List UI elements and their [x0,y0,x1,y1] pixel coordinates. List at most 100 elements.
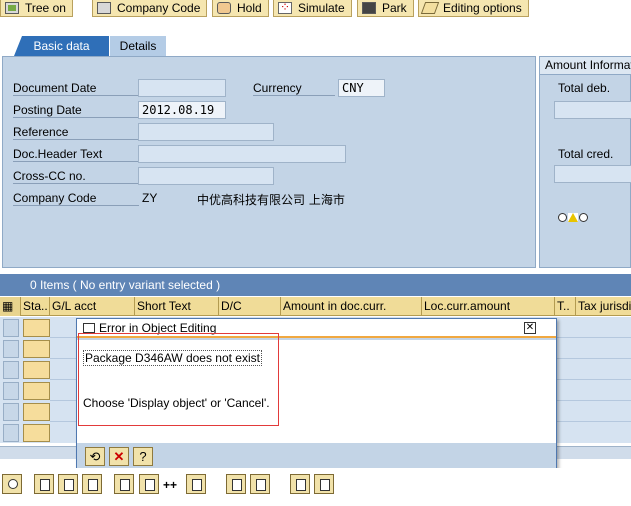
editing-options-button[interactable]: Editing options [418,0,529,17]
company-code-button[interactable]: Company Code [92,0,208,17]
hold-hand-icon [217,2,231,14]
company-name: 中优高科技有限公司 上海市 [197,193,345,207]
park-label: Park [382,1,407,15]
items-grid-header: ▦ Sta.. G/L acct Short Text D/C Amount i… [0,297,631,316]
company-code-field-label: Company Code [13,191,139,206]
balance-status-lights-icon [558,213,588,222]
currency-field[interactable]: CNY [338,79,385,97]
simulate-label: Simulate [298,1,345,15]
company-code-icon [97,2,111,14]
instruction-message: Choose 'Display object' or 'Cancel'. [83,396,270,410]
row-selector[interactable] [3,319,19,337]
document-icon[interactable] [82,474,102,494]
column-status[interactable]: Sta.. [21,297,50,316]
status-cell[interactable] [23,361,50,379]
row-selector[interactable] [3,340,19,358]
company-code-label: Company Code [117,1,201,15]
total-debit-label: Total deb. [558,81,611,95]
row-selector[interactable] [3,424,19,442]
items-status-text: 0 Items ( No entry variant selected ) [30,278,221,292]
doc-header-text-label: Doc.Header Text [13,147,139,162]
select-all-icon[interactable]: ▦ [0,297,21,316]
delete-row-icon[interactable] [186,474,206,494]
tab-basic-data-label: Basic data [33,39,90,53]
insert-row-icon[interactable] [114,474,134,494]
tree-on-label: Tree on [25,1,66,15]
column-gl-account[interactable]: G/L acct [50,297,135,316]
close-icon[interactable]: ✕ [524,322,536,334]
sort-icon[interactable] [290,474,310,494]
cross-cc-field[interactable] [138,167,274,185]
window-icon [83,323,95,333]
amount-information-title: Amount Information [540,57,631,75]
item-toolbar: ++ [0,468,631,506]
tree-on-button[interactable]: Tree on [0,0,73,17]
status-cell[interactable] [23,403,50,421]
total-credit-field [554,165,631,183]
help-button[interactable]: ? [133,447,153,466]
details-icon[interactable] [2,474,22,494]
cancel-button[interactable]: ✕ [109,447,129,466]
hold-button[interactable]: Hold [212,0,269,17]
display-object-button[interactable]: ⟲ [85,447,105,466]
items-status-bar: 0 Items ( No entry variant selected ) [0,274,631,296]
tab-basic-data[interactable]: Basic data [14,36,109,56]
copy-icon[interactable] [34,474,54,494]
column-debit-credit[interactable]: D/C [219,297,281,316]
copy-row-icon[interactable] [226,474,246,494]
row-selector[interactable] [3,361,19,379]
park-button[interactable]: Park [357,0,414,17]
status-cell[interactable] [23,319,50,337]
basic-data-panel: Document Date Posting Date 2012.08.19 Re… [2,56,536,268]
tab-details[interactable]: Details [110,36,166,56]
status-cell[interactable] [23,382,50,400]
paste-row-icon[interactable] [250,474,270,494]
cross-cc-label: Cross-CC no. [13,169,139,184]
total-debit-field [554,101,631,119]
dialog-content: Package D346AW does not exist Choose 'Di… [77,340,556,443]
red-light-icon [558,213,567,222]
column-short-text[interactable]: Short Text [135,297,219,316]
tree-icon [5,2,19,14]
document-date-label: Document Date [13,81,139,96]
plus-plus-label: ++ [163,478,178,492]
editing-options-label: Editing options [443,1,522,15]
yellow-light-icon [568,213,578,222]
currency-label: Currency [253,81,335,96]
status-cell[interactable] [23,424,50,442]
doc-header-text-field[interactable] [138,145,346,163]
amount-information-panel: Amount Information Total deb. Total cred… [539,56,631,268]
column-tax-code[interactable]: T.. [555,297,576,316]
posting-date-label: Posting Date [13,103,139,118]
error-dialog: Error in Object Editing ✕ Package D346AW… [76,318,557,473]
posting-date-field[interactable]: 2012.08.19 [138,101,226,119]
append-row-icon[interactable] [139,474,159,494]
total-credit-label: Total cred. [558,147,614,161]
tab-details-label: Details [119,39,157,53]
park-disk-icon [362,2,376,14]
reference-field[interactable] [138,123,274,141]
simulate-button[interactable]: Simulate [273,0,352,17]
document-date-field[interactable] [138,79,226,97]
column-loc-curr-amount[interactable]: Loc.curr.amount [422,297,555,316]
dialog-title: Error in Object Editing [99,321,217,335]
dialog-title-bar: Error in Object Editing ✕ [77,319,556,338]
pencil-icon [420,2,440,14]
help-icon: ? [139,449,147,464]
green-light-icon [579,213,588,222]
display-object-icon: ⟲ [89,449,101,464]
status-cell[interactable] [23,340,50,358]
column-amount-doc-curr[interactable]: Amount in doc.curr. [281,297,422,316]
row-selector[interactable] [3,403,19,421]
cancel-icon: ✕ [113,449,125,464]
paste-icon[interactable] [58,474,78,494]
company-code-value: ZY [142,191,158,205]
application-toolbar: Tree on Company Code Hold Simulate Park … [0,0,631,18]
column-tax-jurisdiction[interactable]: Tax jurisdi [576,297,631,316]
hold-label: Hold [237,1,262,15]
error-message: Package D346AW does not exist [83,350,262,366]
reference-label: Reference [13,125,139,140]
simulate-icon [278,0,292,14]
filter-icon[interactable] [314,474,334,494]
row-selector[interactable] [3,382,19,400]
